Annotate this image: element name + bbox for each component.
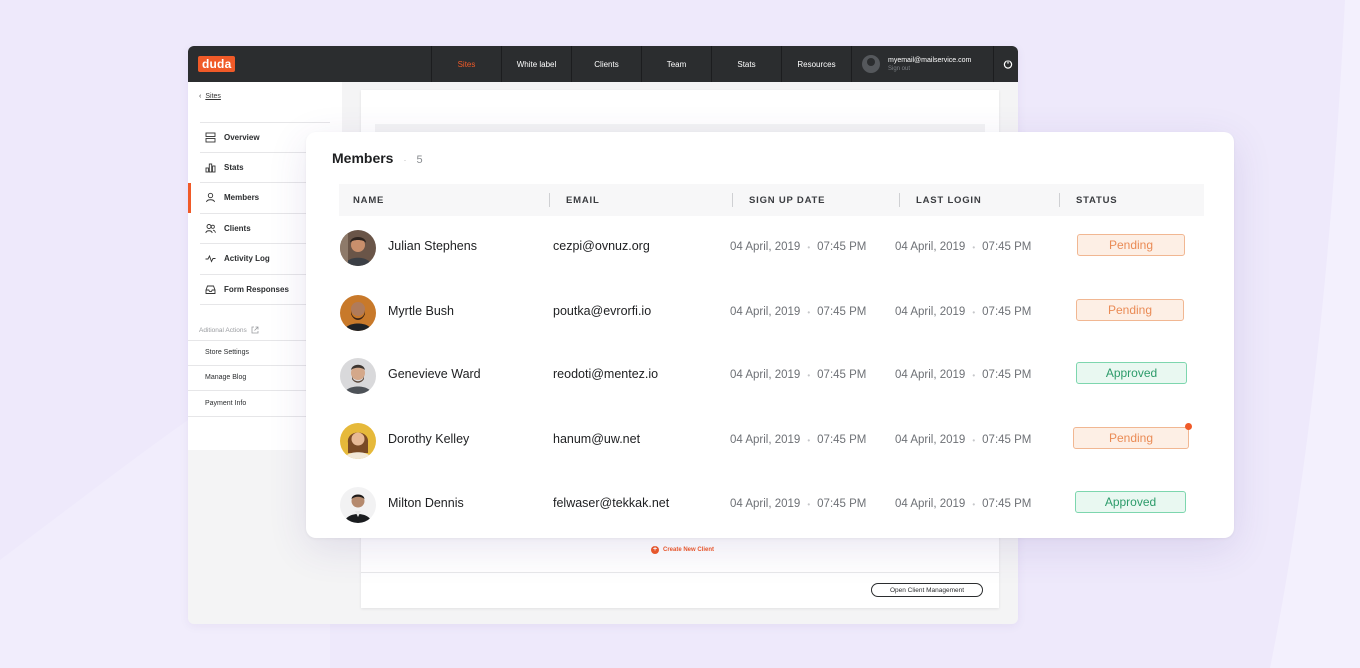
avatar xyxy=(340,423,376,459)
signup-date: 04 April, 2019 • 07:45 PM xyxy=(730,434,867,446)
plus-icon: + xyxy=(651,546,659,554)
status-badge[interactable]: Approved xyxy=(1076,362,1187,384)
separator-dot: · xyxy=(403,155,407,165)
column-header-name[interactable]: NAME xyxy=(353,184,384,216)
bar-chart-icon xyxy=(204,161,216,173)
avatar xyxy=(340,487,376,523)
sidebar-item-label: Stats xyxy=(224,162,244,172)
create-new-client-link[interactable]: + Create New Client xyxy=(651,546,714,554)
sidebar-item-label: Members xyxy=(224,193,260,203)
inbox-icon xyxy=(204,283,216,295)
user-email: myemail@mailservice.com xyxy=(888,56,972,64)
status-badge[interactable]: Pending xyxy=(1076,299,1184,321)
nav-white-label[interactable]: White label xyxy=(501,46,571,82)
sidebar-item-label: Overview xyxy=(224,132,260,142)
last-login: 04 April, 2019 • 07:45 PM xyxy=(895,434,1032,446)
signup-date: 04 April, 2019 • 07:45 PM xyxy=(730,498,867,510)
signup-date: 04 April, 2019 • 07:45 PM xyxy=(730,369,867,381)
user-menu[interactable]: myemail@mailservice.com Sign out xyxy=(851,46,993,82)
back-to-sites-link[interactable]: ‹ Sites xyxy=(199,93,221,100)
member-email: felwaser@tekkak.net xyxy=(553,496,670,510)
member-name: Genevieve Ward xyxy=(388,367,481,381)
members-panel: Members · 5 NAME EMAIL SIGN UP DATE LAST… xyxy=(306,132,1234,538)
nav-stats[interactable]: Stats xyxy=(711,46,781,82)
avatar xyxy=(340,230,376,266)
external-link-icon xyxy=(251,326,259,334)
duda-logo[interactable]: duda xyxy=(198,56,236,72)
signup-date: 04 April, 2019 • 07:45 PM xyxy=(730,241,867,253)
avatar xyxy=(340,358,376,394)
column-header-status[interactable]: STATUS xyxy=(1058,184,1117,216)
member-name: Julian Stephens xyxy=(388,239,477,253)
additional-actions-heading: Aditional Actions xyxy=(199,326,259,334)
user-avatar-icon xyxy=(862,55,880,73)
member-name: Milton Dennis xyxy=(388,496,464,510)
member-email: hanum@uw.net xyxy=(553,432,641,446)
last-login: 04 April, 2019 • 07:45 PM xyxy=(895,306,1032,318)
nav-resources[interactable]: Resources xyxy=(781,46,851,82)
member-email: reodoti@mentez.io xyxy=(553,367,659,381)
column-header-sign-up-date[interactable]: SIGN UP DATE xyxy=(731,184,825,216)
users-icon xyxy=(204,222,216,234)
table-row[interactable]: Genevieve Ward reodoti@mentez.io 04 Apri… xyxy=(339,356,1204,396)
members-count: 5 xyxy=(416,154,423,166)
open-client-management-button[interactable]: Open Client Management xyxy=(871,583,983,597)
last-login: 04 April, 2019 • 07:45 PM xyxy=(895,241,1032,253)
members-title: Members xyxy=(332,150,394,166)
status-badge[interactable]: Pending xyxy=(1077,234,1185,256)
member-email: cezpi@ovnuz.org xyxy=(553,239,650,253)
card-divider xyxy=(361,572,999,573)
notification-dot xyxy=(1185,423,1192,430)
status-badge[interactable]: Approved xyxy=(1075,491,1186,513)
user-icon xyxy=(204,192,216,204)
column-header-email[interactable]: EMAIL xyxy=(549,184,600,216)
status-badge[interactable]: Pending xyxy=(1073,427,1189,449)
nav-sites[interactable]: Sites xyxy=(431,46,501,82)
sidebar-item-label: Form Responses xyxy=(224,284,289,294)
chevron-left-icon: ‹ xyxy=(199,93,202,100)
members-header: Members · 5 xyxy=(332,150,423,166)
member-name: Dorothy Kelley xyxy=(388,432,470,446)
table-row[interactable]: Myrtle Bush poutka@evrorfi.io 04 April, … xyxy=(339,293,1204,333)
sidebar-item-label: Clients xyxy=(224,223,251,233)
nav-clients[interactable]: Clients xyxy=(571,46,641,82)
overview-icon xyxy=(204,131,216,143)
table-row[interactable]: Milton Dennis felwaser@tekkak.net 04 Apr… xyxy=(339,485,1204,525)
table-row[interactable]: Julian Stephens cezpi@ovnuz.org 04 April… xyxy=(339,228,1204,268)
table-row[interactable]: Dorothy Kelley hanum@uw.net 04 April, 20… xyxy=(339,421,1204,461)
main-nav: Sites White label Clients Team Stats Res… xyxy=(431,46,1018,82)
nav-team[interactable]: Team xyxy=(641,46,711,82)
column-header-last-login[interactable]: LAST LOGIN xyxy=(899,184,982,216)
sidebar-item-label: Activity Log xyxy=(224,254,270,264)
table-header: NAME EMAIL SIGN UP DATE LAST LOGIN STATU… xyxy=(339,184,1204,216)
last-login: 04 April, 2019 • 07:45 PM xyxy=(895,498,1032,510)
top-navigation-bar: duda Sites White label Clients Team Stat… xyxy=(188,46,1018,82)
last-login: 04 April, 2019 • 07:45 PM xyxy=(895,369,1032,381)
signup-date: 04 April, 2019 • 07:45 PM xyxy=(730,306,867,318)
avatar xyxy=(340,295,376,331)
member-name: Myrtle Bush xyxy=(388,304,454,318)
sign-out-link[interactable]: Sign out xyxy=(888,66,971,72)
power-button[interactable] xyxy=(993,46,1018,82)
activity-icon xyxy=(204,253,216,265)
member-email: poutka@evrorfi.io xyxy=(553,304,652,318)
power-icon xyxy=(1003,60,1012,69)
